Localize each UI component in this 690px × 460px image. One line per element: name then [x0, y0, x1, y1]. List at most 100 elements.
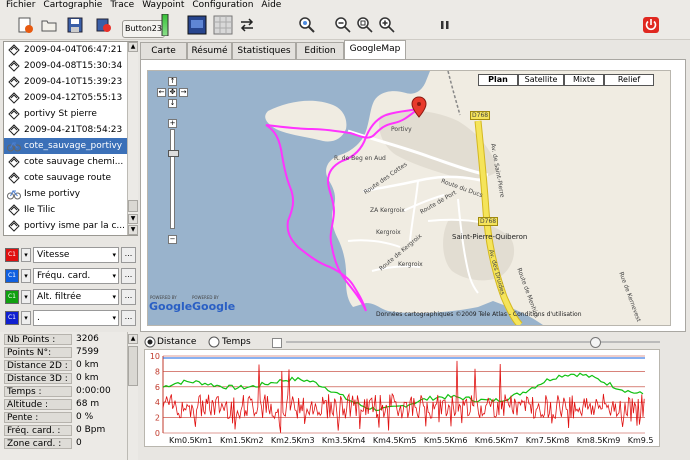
menu-trace[interactable]: Trace [106, 0, 138, 11]
pan-up-icon[interactable]: ↑ [168, 77, 177, 86]
menu-waypoint[interactable]: Waypoint [138, 0, 188, 11]
map-copyright[interactable]: Données cartographiques ©2009 Tele Atlas… [376, 311, 582, 318]
x-tick-label: Km6.5 [475, 436, 501, 445]
curve-color-swatch[interactable]: C1 [5, 311, 19, 325]
find-icon [299, 17, 315, 33]
import-icon [96, 18, 111, 32]
map-label-kergroix: Kergroix [376, 229, 401, 236]
menu-fichier[interactable]: Fichier [0, 0, 39, 11]
profile-graph[interactable]: 10 8 6 4 2 0 Km0.5 Km1 Km1.5 Km2 Km2.5 Km3 Km3.5 Km4 K… [144, 349, 660, 447]
menu-cartographie[interactable]: Cartographie [39, 0, 106, 11]
quit-button[interactable] [640, 15, 662, 35]
scroll-down-icon[interactable]: ▼ [128, 214, 138, 224]
curve-select[interactable]: Vitesse ▾ [33, 247, 119, 263]
floppy-icon [67, 17, 83, 33]
scroll-down-icon[interactable]: ▼ [128, 225, 138, 235]
grid-button[interactable] [212, 15, 234, 35]
track-item[interactable]: Isme portivy [4, 186, 127, 202]
color-dropdown-icon[interactable]: ▾ [21, 311, 31, 325]
track-item[interactable]: 2009-04-08T15:30:34 [4, 58, 127, 74]
track-item[interactable]: cote sauvage chemi... [4, 154, 127, 170]
pan-center-icon[interactable]: ✥ [168, 88, 177, 97]
track-icon [8, 220, 20, 232]
zoom-minus-icon[interactable]: − [168, 235, 177, 244]
stat-value: 68 m [76, 399, 100, 409]
stat-value: 0 km [76, 360, 99, 370]
tab-statistiques[interactable]: Statistiques [232, 42, 296, 59]
distance-radio[interactable] [144, 336, 158, 348]
save-button[interactable] [64, 15, 86, 35]
tab-resume[interactable]: Résumé [187, 42, 232, 59]
x-tick-label: Km7.5 [526, 436, 552, 445]
gradient-icon [161, 14, 169, 36]
import-button[interactable] [92, 15, 114, 35]
color-dropdown-icon[interactable]: ▾ [21, 269, 31, 283]
track-item[interactable]: Ile Tilic [4, 202, 127, 218]
track-list-scrollbar[interactable]: ▲ ▼ ▼ [127, 42, 138, 235]
track-item[interactable]: 2009-04-04T06:47:21 [4, 42, 127, 58]
scroll-thumb[interactable] [128, 200, 138, 212]
open-button[interactable] [38, 15, 60, 35]
curve-color-swatch[interactable]: C1 [5, 269, 19, 283]
pan-down-icon[interactable]: ↓ [168, 99, 177, 108]
track-icon [8, 108, 20, 120]
curve-options-button[interactable]: ... [121, 310, 136, 326]
tab-edition[interactable]: Edition [296, 42, 344, 59]
track-item[interactable]: portivy isme par la c... [4, 218, 127, 234]
checkbox[interactable] [272, 338, 282, 348]
pan-left-icon[interactable]: ← [157, 88, 166, 97]
map-label-beg: R. de Beg en Aud [334, 155, 386, 162]
menu-configuration[interactable]: Configuration [188, 0, 257, 11]
color-dropdown-icon[interactable]: ▾ [21, 290, 31, 304]
map-type-satellite[interactable]: Satellite [518, 74, 564, 86]
curve-options-button[interactable]: ... [121, 268, 136, 284]
y-tick-label: 2 [155, 414, 160, 423]
position-slider[interactable] [286, 337, 660, 348]
zoom-slider-thumb[interactable] [168, 150, 179, 157]
find-button[interactable] [296, 15, 318, 35]
map-type-mixte[interactable]: Mixte [564, 74, 604, 86]
track-item[interactable]: 2009-04-21T08:54:23 [4, 122, 127, 138]
zoom-slider-track[interactable] [168, 129, 179, 229]
menu-aide[interactable]: Aide [257, 0, 285, 11]
zoom-plus-icon[interactable]: + [168, 119, 177, 128]
pause-button[interactable] [434, 15, 456, 35]
map-label-portivy: Portivy [391, 126, 412, 133]
temps-radio[interactable] [208, 336, 222, 348]
position-slider-thumb[interactable] [590, 337, 601, 348]
view-screen-button[interactable] [186, 15, 208, 35]
curve-color-swatch[interactable]: C1 [5, 248, 19, 262]
curve-options-button[interactable]: ... [121, 247, 136, 263]
track-item[interactable]: cote sauvage route [4, 170, 127, 186]
tab-googlemap[interactable]: GoogleMap [344, 40, 406, 60]
color-bar-button[interactable] [158, 14, 172, 36]
y-tick-label: 0 [155, 429, 160, 438]
track-item[interactable]: 2009-04-12T05:55:13 [4, 90, 127, 106]
curve-select[interactable]: . ▾ [33, 310, 119, 326]
curve-options-button[interactable]: ... [121, 289, 136, 305]
scroll-up-icon[interactable]: ▲ [128, 334, 138, 344]
pan-right-icon[interactable]: → [179, 88, 188, 97]
scroll-thumb[interactable] [128, 346, 138, 386]
zoom-fit-button[interactable] [354, 15, 376, 35]
track-label: Ile Tilic [24, 205, 56, 215]
curve-select[interactable]: Alt. filtrée ▾ [33, 289, 119, 305]
curve-color-swatch[interactable]: C1 [5, 290, 19, 304]
stat-value: 0 [76, 438, 82, 448]
curve-select[interactable]: Fréqu. card. ▾ [33, 268, 119, 284]
zoom-out-button[interactable] [332, 15, 354, 35]
stats-scrollbar[interactable]: ▲ [127, 332, 138, 460]
scroll-up-icon[interactable]: ▲ [128, 42, 138, 52]
map-type-relief[interactable]: Relief [604, 74, 654, 86]
zoom-in-button[interactable] [376, 15, 398, 35]
tab-carte[interactable]: Carte [140, 42, 187, 59]
new-file-button[interactable] [14, 15, 36, 35]
track-item[interactable]: portivy St pierre [4, 106, 127, 122]
x-tick-label: Km3 [296, 436, 314, 445]
map-type-plan[interactable]: Plan [478, 74, 518, 86]
color-dropdown-icon[interactable]: ▾ [21, 248, 31, 262]
google-map[interactable]: Plan Satellite Mixte Relief ↑ ← ✥ → ↓ + … [147, 70, 671, 326]
track-item[interactable]: cote_sauvage_portivy [4, 138, 127, 154]
track-item[interactable]: 2009-04-10T15:39:23 [4, 74, 127, 90]
swap-button[interactable] [236, 15, 258, 35]
